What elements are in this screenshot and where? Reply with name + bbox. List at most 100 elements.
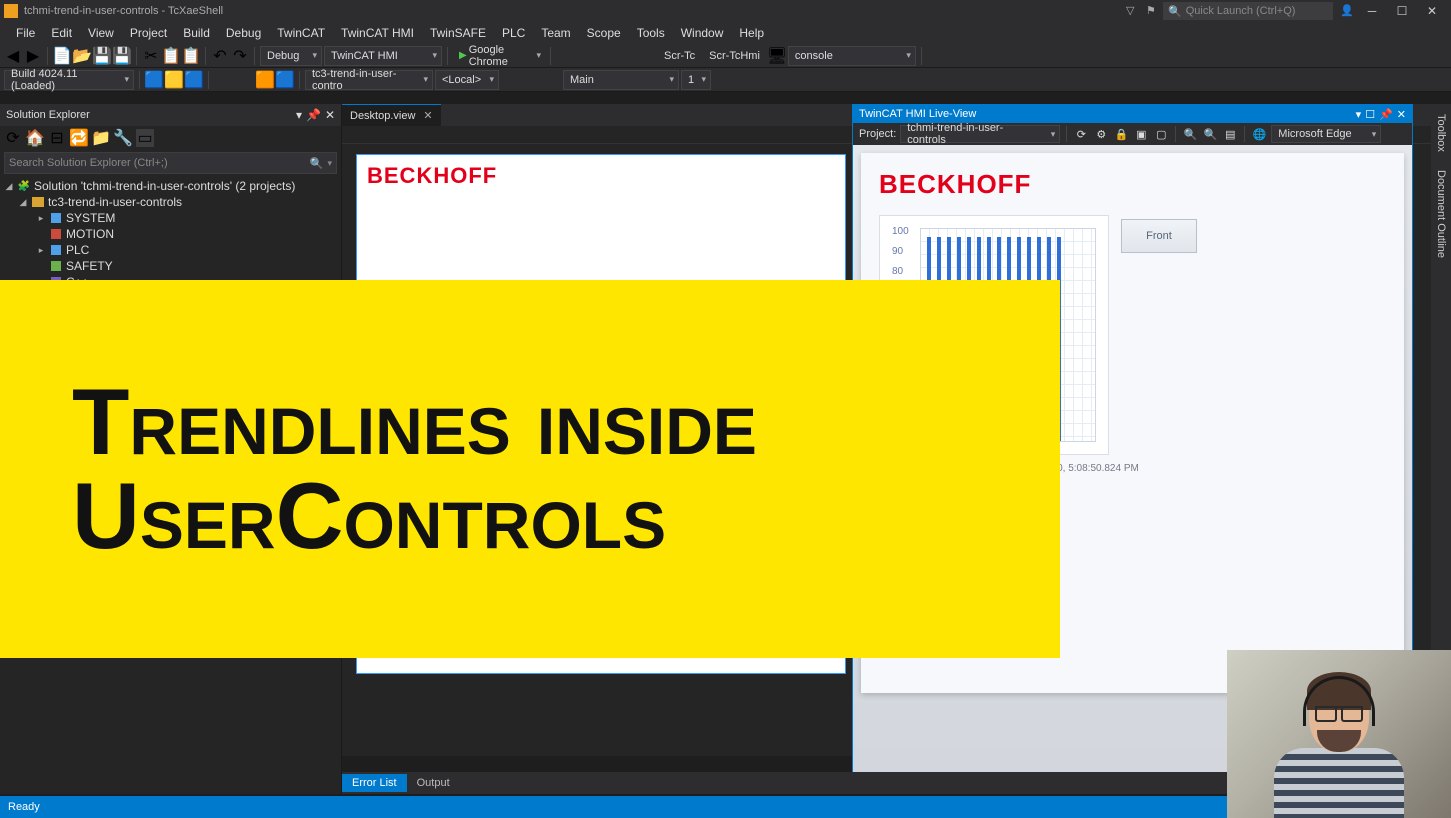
tc-icon-2[interactable]: 🟨 [165,71,183,89]
tree-node[interactable]: ▸SYSTEM [0,210,341,226]
cut-icon[interactable]: ✂ [142,47,160,65]
console-combo[interactable]: console [788,46,916,66]
project-combo[interactable]: tc3-trend-in-user-contro [305,70,433,90]
preview-icon[interactable]: ▭ [136,129,154,147]
menu-help[interactable]: Help [731,23,772,43]
close-button[interactable]: ✕ [1417,1,1447,21]
menu-tools[interactable]: Tools [629,23,673,43]
search-icon[interactable]: 🔍 [310,157,324,170]
lv-devtools-icon[interactable]: ▣ [1133,126,1149,142]
tree-node[interactable]: ▸PLC [0,242,341,258]
menu-view[interactable]: View [80,23,122,43]
menu-file[interactable]: File [8,23,43,43]
lv-zoomin-icon[interactable]: 🔍 [1182,126,1198,142]
undo-icon[interactable]: ↶ [211,47,229,65]
menu-debug[interactable]: Debug [218,23,269,43]
save-all-icon[interactable]: 💾 [113,47,131,65]
lv-fit-icon[interactable]: ▤ [1222,126,1238,142]
lv-refresh-icon[interactable]: ⟳ [1073,126,1089,142]
show-all-icon[interactable]: 📁 [92,129,110,147]
lv-close-icon[interactable]: ✕ [1397,108,1406,121]
tree-node[interactable]: ◢tc3-trend-in-user-controls [0,194,341,210]
tree-node[interactable]: SAFETY [0,258,341,274]
y-tick-label: 80 [892,266,903,277]
properties-icon[interactable]: 🔧 [114,129,132,147]
lv-pin-icon[interactable]: 📌 [1379,108,1393,121]
minimize-button[interactable]: ─ [1357,1,1387,21]
paste-icon[interactable]: 📋 [182,47,200,65]
nav-fwd-icon[interactable]: ▶ [24,47,42,65]
tab-desktop-view[interactable]: Desktop.view ✕ [342,104,441,126]
num-combo[interactable]: 1 [681,70,711,90]
menu-twincat-hmi[interactable]: TwinCAT HMI [333,23,422,43]
menu-edit[interactable]: Edit [43,23,80,43]
search-dropdown-icon[interactable]: ▾ [327,158,332,169]
maximize-button[interactable]: ☐ [1387,1,1417,21]
tc-icon-3[interactable]: 🟦 [185,71,203,89]
lv-project-label: Project: [859,128,896,140]
menu-window[interactable]: Window [673,23,732,43]
menu-build[interactable]: Build [175,23,218,43]
close-icon[interactable]: ✕ [325,108,335,122]
live-view-title[interactable]: TwinCAT HMI Live-View ▾ ☐ 📌 ✕ [853,105,1412,123]
solution-search-input[interactable] [9,157,310,169]
status-text: Ready [8,801,40,813]
tab-error-list[interactable]: Error List [342,774,407,792]
sync-icon[interactable]: 🔁 [70,129,88,147]
front-button[interactable]: Front [1121,219,1197,253]
document-outline-tab[interactable]: Document Outline [1433,164,1449,264]
webcam-overlay [1227,650,1451,818]
scr-tchmi-label[interactable]: Scr-TcHmi [703,50,766,62]
open-icon[interactable]: 📂 [73,47,91,65]
solution-search[interactable]: 🔍 ▾ [4,152,337,174]
save-icon[interactable]: 💾 [93,47,111,65]
user-icon[interactable]: 👤 [1340,4,1354,18]
scope-combo[interactable]: <Local> [435,70,499,90]
menu-plc[interactable]: PLC [494,23,533,43]
tc-icon-5[interactable]: 🟦 [276,71,294,89]
menu-scope[interactable]: Scope [579,23,629,43]
copy-icon[interactable]: 📋 [162,47,180,65]
refresh-icon[interactable]: ⟳ [4,129,22,147]
tab-output[interactable]: Output [407,774,460,792]
tree-node[interactable]: MOTION [0,226,341,242]
build-combo[interactable]: Build 4024.11 (Loaded) [4,70,134,90]
config-combo[interactable]: Debug [260,46,322,66]
filter-icon[interactable]: ▽ [1126,4,1140,18]
home-icon[interactable]: 🏠 [26,129,44,147]
quick-launch-input[interactable]: 🔍 Quick Launch (Ctrl+Q) [1163,2,1333,20]
lv-tool-icon[interactable]: ⚙ [1093,126,1109,142]
toolbar-1: ◀ ▶ 📄 📂 💾 💾 ✂ 📋 📋 ↶ ↷ Debug TwinCAT HMI … [0,44,1451,68]
target-combo[interactable]: Main [563,70,679,90]
lv-maximize-icon[interactable]: ☐ [1365,108,1375,121]
redo-icon[interactable]: ↷ [231,47,249,65]
lv-project-combo[interactable]: tchmi-trend-in-user-controls [900,125,1060,143]
live-view-title-text: TwinCAT HMI Live-View [859,108,976,120]
run-button[interactable]: ▶Google Chrome [453,46,545,66]
tc-icon-4[interactable]: 🟧 [256,71,274,89]
tc-icon-1[interactable]: 🟦 [145,71,163,89]
notify-icon[interactable]: ⚑ [1146,4,1160,18]
lv-detach-icon[interactable]: ▢ [1153,126,1169,142]
lv-zoomout-icon[interactable]: 🔍 [1202,126,1218,142]
lv-lock-icon[interactable]: 🔒 [1113,126,1129,142]
tab-close-icon[interactable]: ✕ [423,109,432,122]
menu-project[interactable]: Project [122,23,175,43]
panel-dropdown-icon[interactable]: ▾ [296,108,302,122]
collapse-icon[interactable]: ⊟ [48,129,66,147]
solution-root[interactable]: ◢🧩Solution 'tchmi-trend-in-user-controls… [0,178,341,194]
nav-back-icon[interactable]: ◀ [4,47,22,65]
lv-browser-combo[interactable]: Microsoft Edge [1271,125,1381,143]
lv-globe-icon: 🌐 [1251,126,1267,142]
platform-combo[interactable]: TwinCAT HMI [324,46,442,66]
console-icon: 🖥 [768,47,786,65]
window-title: tchmi-trend-in-user-controls - TcXaeShel… [24,5,223,17]
menu-team[interactable]: Team [533,23,578,43]
pin-icon[interactable]: 📌 [306,108,321,122]
lv-dropdown-icon[interactable]: ▾ [1356,108,1362,121]
toolbox-tab[interactable]: Toolbox [1433,108,1449,158]
new-project-icon[interactable]: 📄 [53,47,71,65]
menu-twinsafe[interactable]: TwinSAFE [422,23,494,43]
menu-twincat[interactable]: TwinCAT [269,23,333,43]
scr-tc-label[interactable]: Scr-Tc [658,50,701,62]
